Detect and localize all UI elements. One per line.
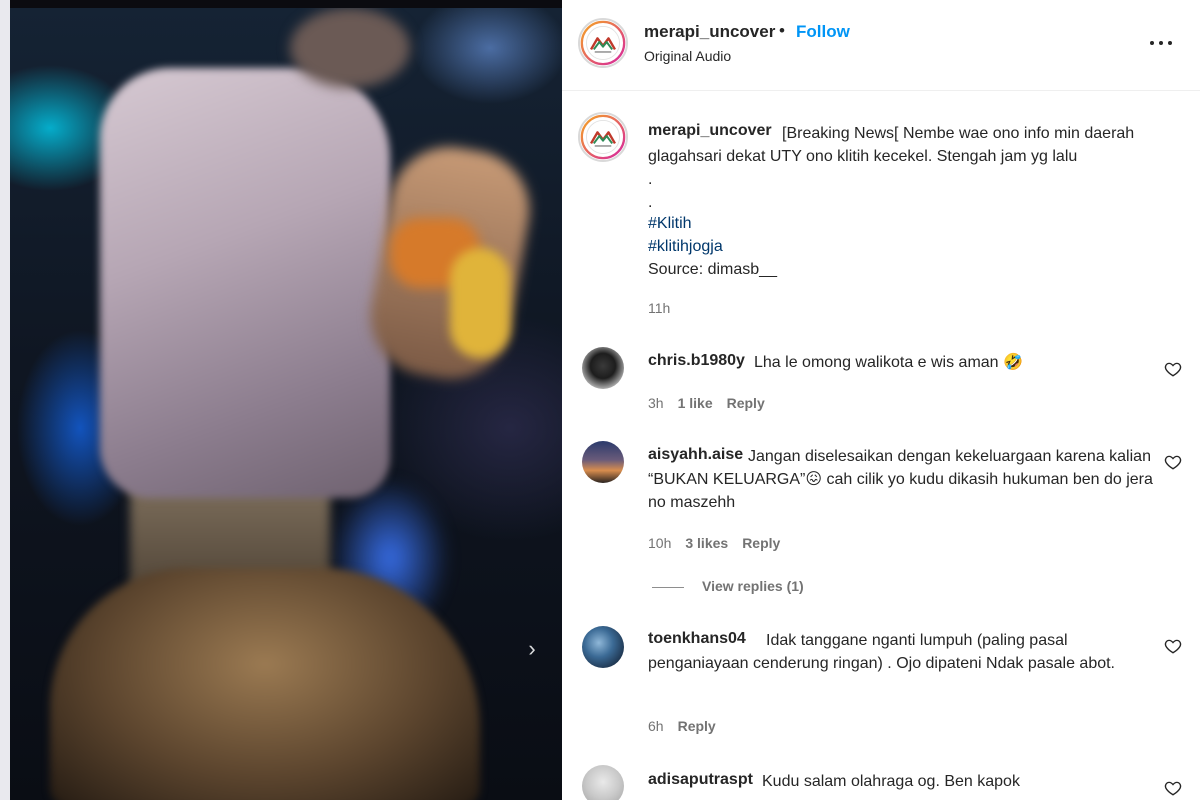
comment-text: Idak tanggane nganti lumpuh (paling pasa… bbox=[648, 632, 1115, 672]
view-replies-label[interactable]: View replies (1) bbox=[702, 578, 804, 594]
reply-button[interactable]: Reply bbox=[727, 395, 765, 411]
original-audio-link[interactable]: Original Audio bbox=[644, 48, 731, 64]
more-options-icon[interactable] bbox=[1147, 30, 1181, 54]
heart-icon[interactable] bbox=[1164, 779, 1182, 797]
hashtag-link[interactable]: #Klitih bbox=[648, 212, 692, 235]
caption-dot: . bbox=[648, 194, 653, 211]
caption-timestamp[interactable]: 11h bbox=[648, 300, 670, 316]
commenter-avatar[interactable] bbox=[582, 765, 624, 800]
replies-divider bbox=[652, 586, 684, 588]
comment-text: Kudu salam olahraga og. Ben kapok bbox=[762, 773, 1020, 790]
heart-icon[interactable] bbox=[1164, 453, 1182, 471]
reply-button[interactable]: Reply bbox=[678, 718, 716, 734]
caption-avatar[interactable] bbox=[578, 112, 628, 162]
commenter-avatar[interactable] bbox=[582, 347, 624, 389]
heart-icon[interactable] bbox=[1164, 360, 1182, 378]
post-header: merapi_uncover • Follow Original Audio bbox=[562, 0, 1200, 91]
chevron-right-icon[interactable]: › bbox=[517, 634, 547, 664]
comment-likes[interactable]: 3 likes bbox=[685, 535, 728, 551]
video-figure-head bbox=[290, 8, 410, 88]
comment-text: Lha le omong walikota e wis aman 🤣 bbox=[754, 354, 1023, 371]
follow-button[interactable]: Follow bbox=[796, 22, 850, 42]
post-media[interactable]: › bbox=[0, 0, 562, 800]
reply-button[interactable]: Reply bbox=[742, 535, 780, 551]
comment-time[interactable]: 3h bbox=[648, 395, 664, 411]
video-figure-jacket bbox=[100, 68, 390, 498]
heart-icon[interactable] bbox=[1164, 637, 1182, 655]
hashtag-link[interactable]: #klitihjogja bbox=[648, 235, 723, 258]
view-replies-button[interactable]: View replies (1) bbox=[652, 578, 804, 594]
video-player[interactable]: › bbox=[10, 8, 562, 800]
video-figure-yellow bbox=[450, 248, 510, 358]
caption-text: [Breaking News[ Nembe wae ono info min d… bbox=[648, 125, 1135, 165]
comment-time[interactable]: 10h bbox=[648, 535, 671, 551]
comment-text: Jangan diselesaikan dengan kekeluargaan … bbox=[648, 448, 1153, 511]
comment-meta: 3h 1 like Reply bbox=[648, 395, 779, 411]
video-motorbike-seat bbox=[50, 568, 480, 800]
post-author-username[interactable]: merapi_uncover bbox=[644, 22, 775, 42]
comment-time[interactable]: 6h bbox=[648, 718, 664, 734]
comment-meta: 10h 3 likes Reply bbox=[648, 535, 794, 551]
comment-likes[interactable]: 1 like bbox=[678, 395, 713, 411]
comment-meta: 6h Reply bbox=[648, 718, 730, 734]
media-edge bbox=[0, 0, 10, 800]
caption-dot: . bbox=[648, 171, 653, 188]
post-sidebar: merapi_uncover • Follow Original Audio m… bbox=[562, 0, 1200, 800]
commenter-avatar[interactable] bbox=[582, 441, 624, 483]
caption-source: Source: dimasb__ bbox=[648, 261, 777, 278]
separator-dot: • bbox=[779, 21, 785, 40]
commenter-avatar[interactable] bbox=[582, 626, 624, 668]
merapi-uncover-logo-icon[interactable] bbox=[578, 18, 628, 68]
